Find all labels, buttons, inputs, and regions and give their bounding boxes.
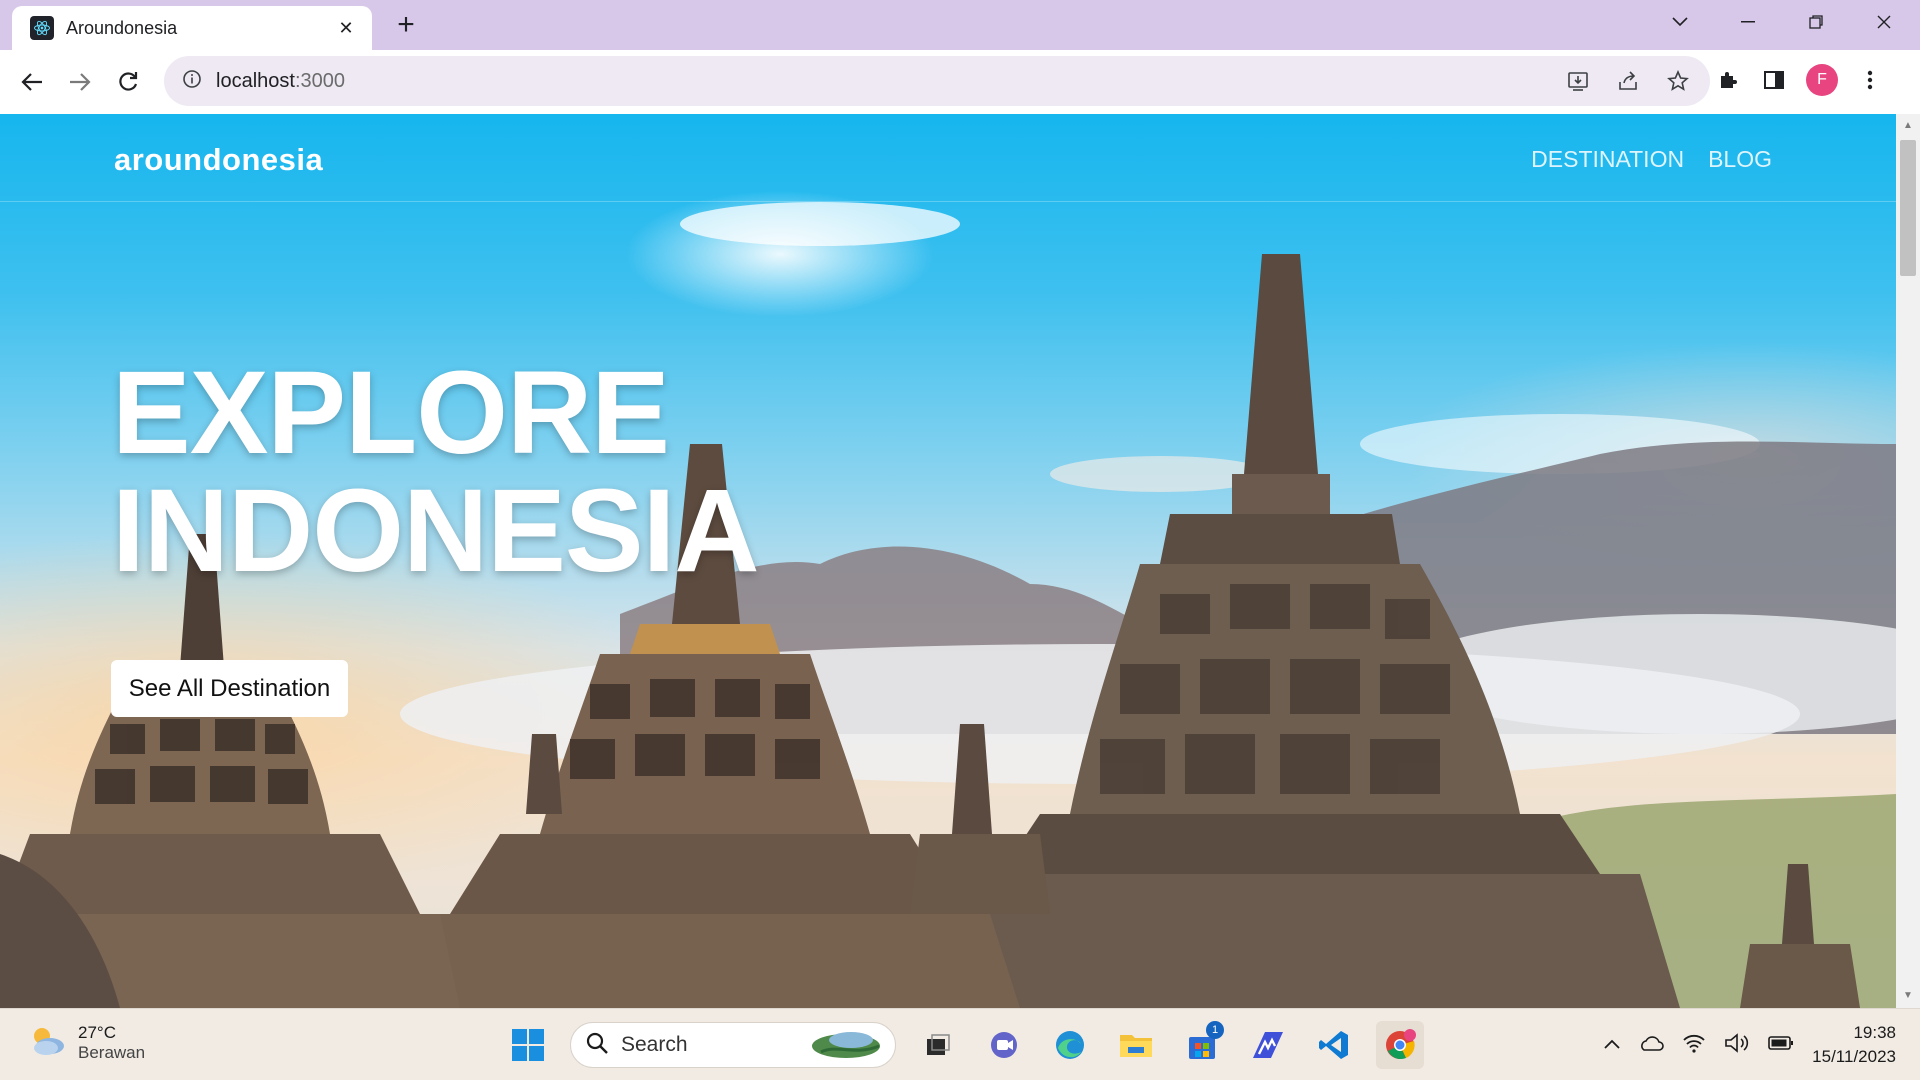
- react-favicon-icon: [30, 16, 54, 40]
- browser-tab-active[interactable]: Aroundonesia ✕: [12, 6, 372, 50]
- volume-speaker-icon[interactable]: [1724, 1032, 1750, 1058]
- weather-temperature: 27°C: [78, 1023, 116, 1042]
- nav-link-blog[interactable]: BLOG: [1708, 146, 1772, 173]
- task-view-icon[interactable]: [914, 1021, 962, 1069]
- show-hidden-icons-chevron-icon[interactable]: [1604, 1036, 1620, 1054]
- back-arrow-icon[interactable]: [14, 64, 50, 100]
- extensions-puzzle-icon[interactable]: [1714, 66, 1742, 94]
- windows-taskbar: 27°C Berawan Search 1 19:38 15/11/2023: [0, 1008, 1920, 1080]
- weather-widget[interactable]: 27°C Berawan: [28, 1023, 145, 1063]
- clock-time: 19:38: [1853, 1023, 1896, 1042]
- taskbar-search-box[interactable]: Search: [570, 1022, 896, 1068]
- chrome-icon[interactable]: [1376, 1021, 1424, 1069]
- scroll-down-arrow-icon[interactable]: ▼: [1902, 990, 1914, 1002]
- store-notification-badge: 1: [1206, 1021, 1224, 1039]
- hero-title: EXPLORE INDONESIA: [112, 347, 760, 597]
- browser-menu-icon[interactable]: [1856, 66, 1884, 94]
- browser-tab-strip: Aroundonesia ✕ +: [0, 0, 1920, 50]
- site-info-icon[interactable]: [182, 69, 202, 94]
- scrollbar-thumb[interactable]: [1900, 140, 1916, 276]
- forward-arrow-icon[interactable]: [62, 64, 98, 100]
- powerautomate-icon[interactable]: [1244, 1021, 1292, 1069]
- bookmark-star-icon[interactable]: [1664, 67, 1692, 95]
- address-bar[interactable]: localhost:3000: [164, 56, 1710, 106]
- new-tab-button[interactable]: +: [390, 10, 422, 42]
- weather-condition: Berawan: [78, 1043, 146, 1062]
- tab-close-icon[interactable]: ✕: [334, 18, 358, 39]
- site-nav: DESTINATION BLOG: [1531, 146, 1772, 173]
- hero-title-line-1: EXPLORE: [112, 347, 670, 479]
- profile-avatar[interactable]: F: [1806, 64, 1838, 96]
- scroll-up-arrow-icon[interactable]: ▲: [1902, 120, 1914, 132]
- close-window-button[interactable]: [1854, 8, 1914, 36]
- url-port: :3000: [294, 69, 345, 92]
- onedrive-cloud-icon[interactable]: [1638, 1034, 1664, 1057]
- reload-icon[interactable]: [110, 64, 146, 100]
- restore-button[interactable]: [1786, 8, 1846, 36]
- see-all-destination-button[interactable]: See All Destination: [111, 660, 348, 717]
- battery-icon[interactable]: [1768, 1035, 1794, 1056]
- share-icon[interactable]: [1614, 67, 1642, 95]
- wifi-icon[interactable]: [1682, 1033, 1706, 1058]
- partly-cloudy-icon: [28, 1024, 68, 1063]
- clock-date: 15/11/2023: [1812, 1047, 1896, 1066]
- search-icon: [585, 1031, 609, 1060]
- nav-link-destination[interactable]: DESTINATION: [1531, 146, 1684, 173]
- install-app-icon[interactable]: [1564, 67, 1592, 95]
- hero-title-line-2: INDONESIA: [112, 465, 760, 597]
- search-placeholder: Search: [621, 1033, 688, 1056]
- search-highlight-image-icon: [811, 1026, 881, 1065]
- windows-start-icon[interactable]: [504, 1021, 552, 1069]
- tab-search-chevron-icon[interactable]: [1650, 8, 1710, 36]
- teams-chat-icon[interactable]: [980, 1021, 1028, 1069]
- edge-browser-icon[interactable]: [1046, 1021, 1094, 1069]
- tab-title: Aroundonesia: [66, 17, 178, 38]
- site-header: aroundonesia DESTINATION BLOG: [0, 114, 1896, 202]
- minimize-button[interactable]: [1718, 8, 1778, 36]
- file-explorer-icon[interactable]: [1112, 1021, 1160, 1069]
- side-panel-icon[interactable]: [1760, 66, 1788, 94]
- microsoft-store-icon[interactable]: 1: [1178, 1021, 1226, 1069]
- url-host: localhost: [216, 69, 295, 92]
- site-logo[interactable]: aroundonesia: [114, 142, 323, 178]
- browser-toolbar: localhost:3000 F: [0, 50, 1920, 114]
- vscode-icon[interactable]: [1310, 1021, 1358, 1069]
- page-viewport: aroundonesia DESTINATION BLOG EXPLORE IN…: [0, 114, 1896, 1008]
- page-scrollbar[interactable]: ▲ ▼: [1896, 114, 1920, 1008]
- system-clock[interactable]: 19:38 15/11/2023: [1812, 1021, 1896, 1069]
